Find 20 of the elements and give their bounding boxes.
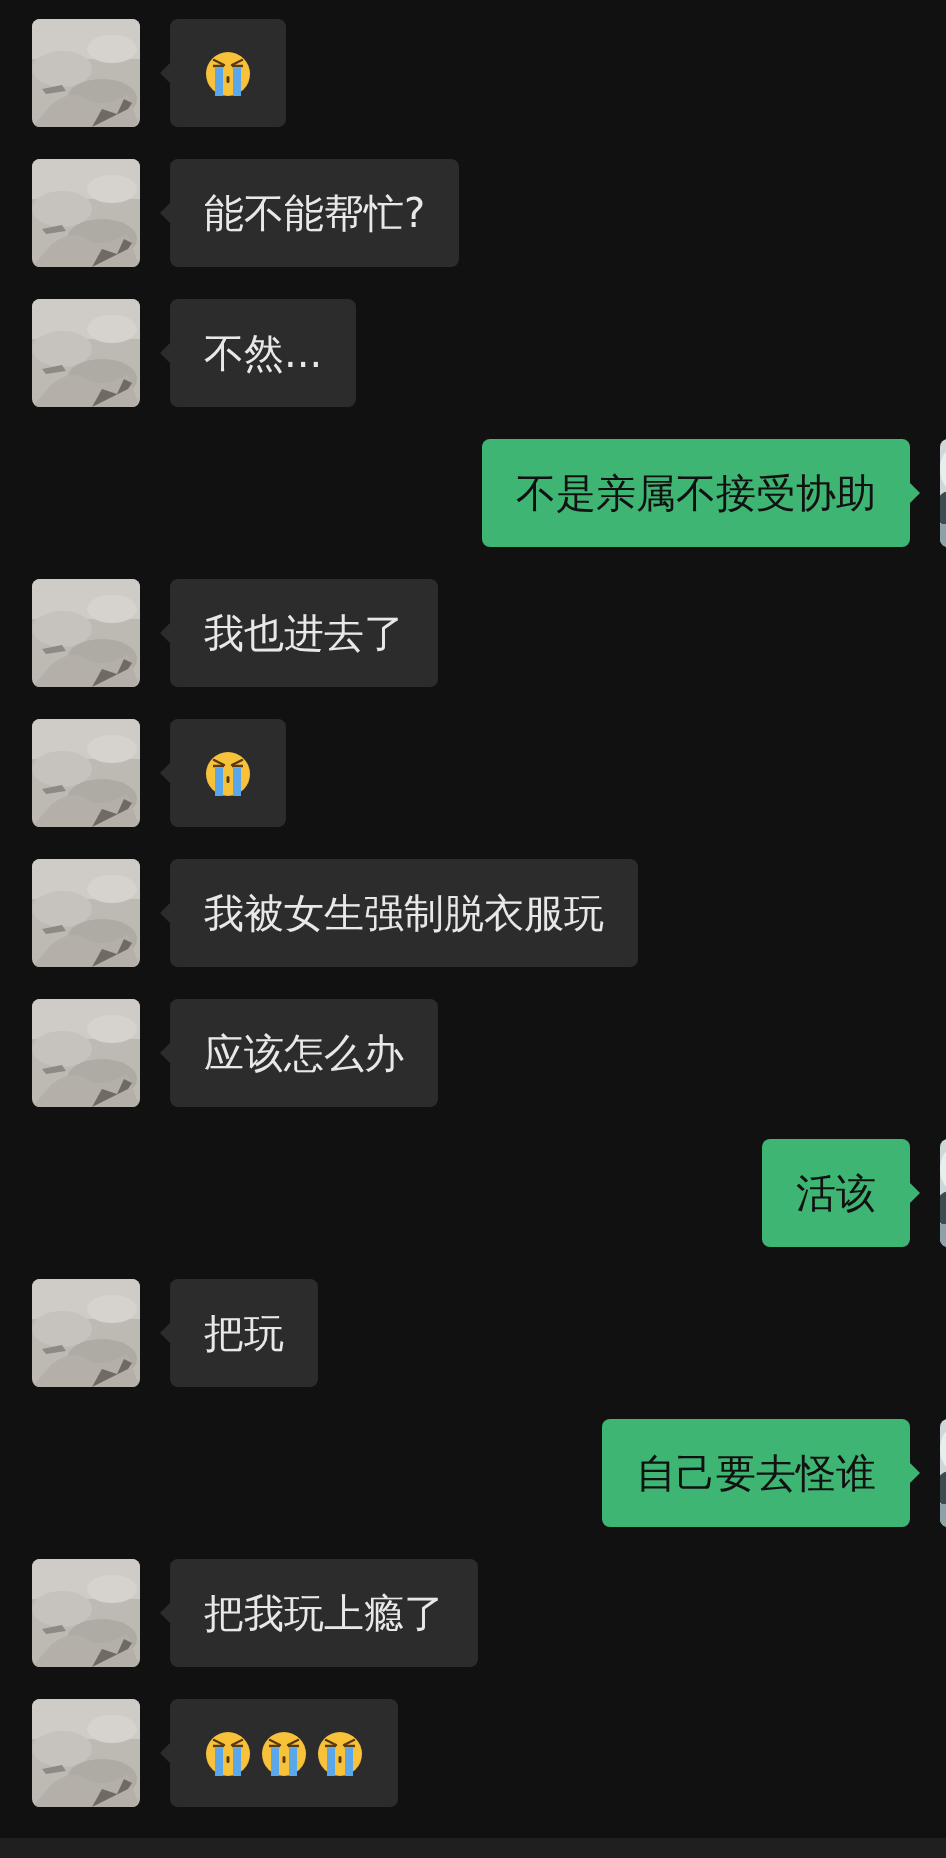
bubble-tail: [160, 1603, 170, 1623]
message-bubble: 我被女生强制脱衣服玩: [170, 859, 638, 967]
message-bubble: 把玩: [170, 1279, 318, 1387]
message-bubble: 我也进去了: [170, 579, 438, 687]
bubble-tail: [160, 903, 170, 923]
bubble-tail: [910, 1463, 920, 1483]
message-bubble: 把我玩上瘾了: [170, 1559, 478, 1667]
message-bubble: 能不能帮忙?: [170, 159, 460, 267]
bubble-tail: [160, 1323, 170, 1343]
bubble-tail: [160, 1043, 170, 1063]
bubble-tail: [160, 203, 170, 223]
bubble-tail: [160, 623, 170, 643]
message-bubble: 自己要去怪谁: [602, 1419, 910, 1527]
message-bubble: 不然...: [170, 299, 357, 407]
bubble-tail: [160, 343, 170, 363]
message-bubble: 活该: [762, 1139, 910, 1247]
bubble-tail: [910, 483, 920, 503]
message-bubble: 不是亲属不接受协助: [482, 439, 910, 547]
bubble-tail: [910, 1183, 920, 1203]
message-bubble: 应该怎么办: [170, 999, 438, 1107]
